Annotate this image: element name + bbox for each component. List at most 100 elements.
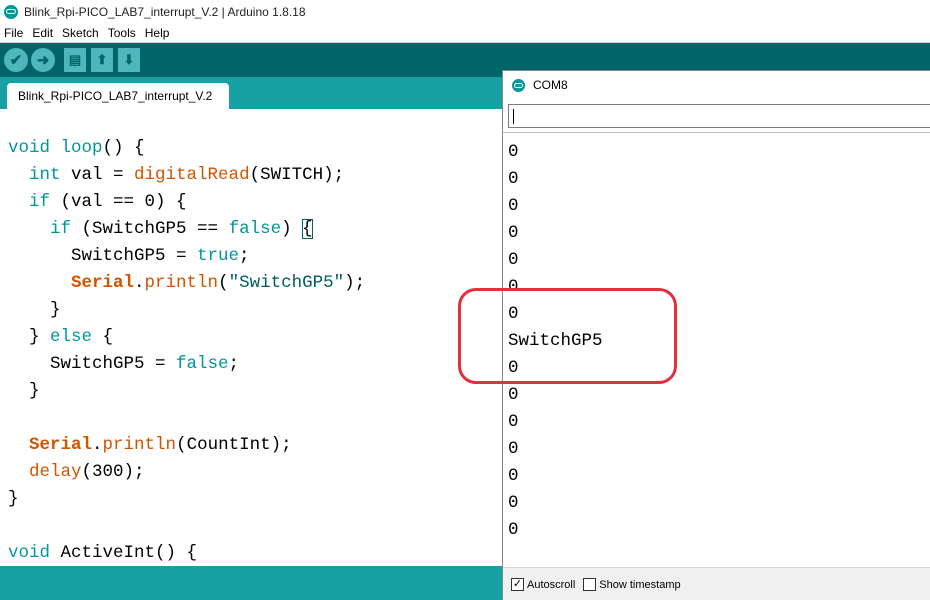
code-token: (CountInt); (176, 435, 292, 455)
code-line: ​ (8, 405, 365, 432)
code-text: void loop() { int val = digitalRead(SWIT… (8, 135, 365, 566)
code-line: Serial.println("SwitchGP5"); (8, 270, 365, 297)
code-token: Serial (71, 273, 135, 293)
window-title: Blink_Rpi-PICO_LAB7_interrupt_V.2 | Ardu… (24, 5, 306, 19)
menu-tools[interactable]: Tools (108, 26, 136, 40)
code-token: () { (102, 138, 145, 158)
code-token: delay (29, 462, 82, 482)
code-line: if (SwitchGP5 == false) { (8, 216, 365, 243)
save-sketch-button[interactable]: ⬇ (118, 48, 140, 72)
code-token: } (8, 381, 40, 401)
code-token: Serial (29, 435, 93, 455)
code-token: (300); (81, 462, 145, 482)
serial-send-input[interactable] (508, 104, 930, 128)
serial-output-line: 0 (508, 142, 519, 162)
menu-bar: File Edit Sketch Tools Help (0, 24, 930, 42)
code-token: (SWITCH); (249, 165, 345, 185)
code-token: if (29, 192, 51, 212)
code-line: if (val == 0) { (8, 189, 365, 216)
code-token: true (197, 246, 240, 266)
code-token: false (176, 354, 229, 374)
serial-port-title: COM8 (533, 78, 568, 92)
code-token: println (102, 435, 177, 455)
code-line: } (8, 378, 365, 405)
tab-label: Blink_Rpi-PICO_LAB7_interrupt_V.2 (18, 89, 213, 103)
menu-edit[interactable]: Edit (32, 26, 53, 40)
show-timestamp-checkbox[interactable] (583, 578, 597, 591)
serial-output-line: 0 (508, 412, 519, 432)
serial-output-line: 0 (508, 250, 519, 270)
code-line: SwitchGP5 = true; (8, 243, 365, 270)
code-line: } else { (8, 324, 365, 351)
arrow-up-icon: ⬆ (96, 52, 108, 67)
new-sketch-button[interactable]: ▤ (64, 48, 86, 72)
code-token: . (92, 435, 103, 455)
code-token: println (144, 273, 219, 293)
open-sketch-button[interactable]: ⬆ (91, 48, 113, 72)
code-token: void (8, 543, 51, 563)
code-editor[interactable]: void loop() { int val = digitalRead(SWIT… (0, 109, 503, 566)
code-token: val = (60, 165, 135, 185)
code-token: ) (281, 219, 303, 239)
code-token: (SwitchGP5 == (71, 219, 229, 239)
arduino-logo-icon (512, 78, 525, 92)
code-line: delay(300); (8, 459, 365, 486)
code-line: } (8, 297, 365, 324)
serial-output-line: 0 (508, 439, 519, 459)
serial-output-line: 0 (508, 466, 519, 486)
code-token: (val == 0) { (50, 192, 187, 212)
code-token: ); (344, 273, 366, 293)
code-token: int (29, 165, 61, 185)
upload-button[interactable]: ➜ (31, 48, 55, 72)
code-token: } (8, 327, 51, 347)
check-icon: ✔ (9, 52, 23, 69)
code-token: SwitchGP5 = (8, 354, 177, 374)
tab-sketch[interactable]: Blink_Rpi-PICO_LAB7_interrupt_V.2 (7, 83, 229, 109)
code-line: ​ (8, 513, 365, 540)
code-token: void (8, 138, 51, 158)
highlight-annotation (458, 288, 677, 384)
serial-output-line: 0 (508, 223, 519, 243)
code-line: int val = digitalRead(SWITCH); (8, 162, 365, 189)
code-token: { (302, 219, 313, 239)
code-token: { (92, 327, 114, 347)
serial-output-line: 0 (508, 493, 519, 513)
code-token: ; (228, 354, 240, 374)
serial-monitor-options: ✓ Autoscroll Show timestamp (503, 567, 930, 600)
serial-output-line: 0 (508, 520, 519, 540)
code-token: ; (239, 246, 250, 266)
code-line: SwitchGP5 = false; (8, 351, 365, 378)
code-token: ActiveInt() { (50, 543, 198, 563)
code-token: SwitchGP5 = (8, 246, 198, 266)
autoscroll-checkbox[interactable]: ✓ (511, 578, 524, 591)
menu-help[interactable]: Help (145, 26, 170, 40)
code-token: if (50, 219, 72, 239)
menu-sketch[interactable]: Sketch (62, 26, 99, 40)
menu-file[interactable]: File (4, 26, 23, 40)
code-line: void ActiveInt() { (8, 540, 365, 566)
code-line: void loop() { (8, 135, 365, 162)
serial-output-line: 0 (508, 196, 519, 216)
code-line: Serial.println(CountInt); (8, 432, 365, 459)
code-token: . (134, 273, 145, 293)
verify-button[interactable]: ✔ (4, 48, 28, 72)
code-token: "SwitchGP5" (228, 273, 345, 293)
code-token: ( (218, 273, 229, 293)
serial-output-line: 0 (508, 169, 519, 189)
status-bar (0, 566, 503, 600)
code-token: } (8, 300, 61, 320)
new-file-icon: ▤ (68, 52, 82, 67)
arrow-down-icon: ⬇ (123, 52, 135, 67)
code-token: } (8, 489, 19, 509)
text-caret (513, 109, 514, 124)
serial-monitor-title-bar: COM8 (503, 71, 930, 99)
arduino-logo-icon (4, 5, 18, 19)
code-line: } (8, 486, 365, 513)
